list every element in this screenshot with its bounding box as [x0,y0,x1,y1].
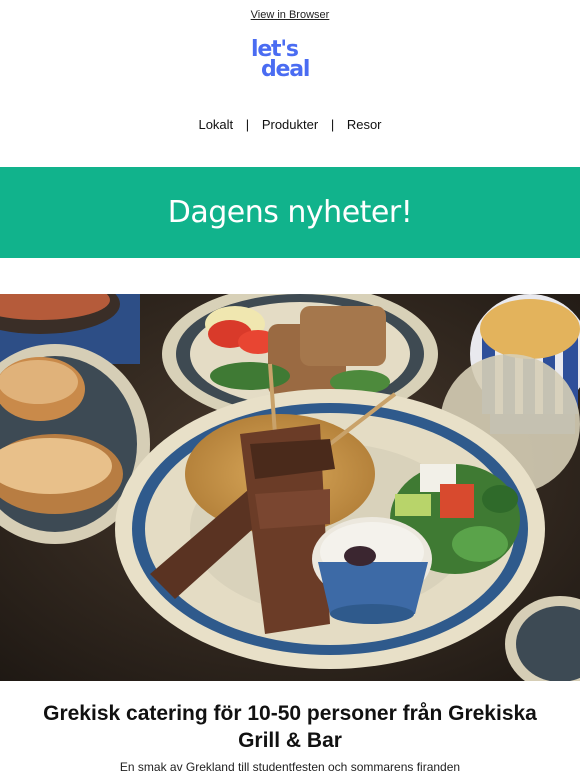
nav-item-resor[interactable]: Resor [347,117,382,132]
logo-line-2: deal [261,57,310,82]
deal-image-greek-food[interactable] [0,294,580,681]
nav-separator: | [330,117,335,132]
top-nav: Lokalt | Produkter | Resor [0,117,580,132]
deal-title[interactable]: Grekisk catering för 10-50 personer från… [20,700,560,754]
deal-subtitle: En smak av Grekland till studentfesten o… [119,760,461,774]
lets-deal-logo[interactable]: let's deal [251,39,331,84]
nav-item-produkter[interactable]: Produkter [262,117,318,132]
nav-item-lokalt[interactable]: Lokalt [198,117,233,132]
banner-title: Dagens nyheter! [167,195,413,230]
nav-separator: | [245,117,250,132]
news-banner: Dagens nyheter! [0,167,580,258]
view-in-browser-link[interactable]: View in Browser [0,9,580,21]
